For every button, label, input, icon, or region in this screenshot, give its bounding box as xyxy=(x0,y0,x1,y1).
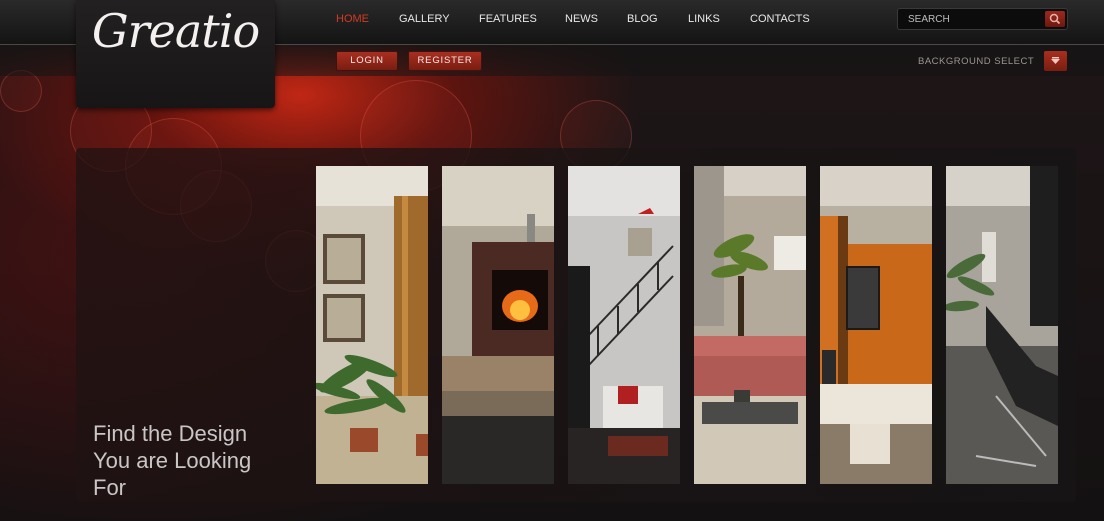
black-lounge-chair-photo[interactable] xyxy=(946,166,1058,484)
background-select-button[interactable] xyxy=(1044,51,1067,71)
bokeh-circle xyxy=(0,70,42,112)
arrow-down-icon xyxy=(1051,57,1060,64)
search-button[interactable] xyxy=(1045,11,1065,27)
tagline-line: Find the Design xyxy=(93,421,248,446)
search-box xyxy=(897,8,1068,30)
nav-item-contacts[interactable]: CONTACTS xyxy=(750,13,810,25)
tagline-line: For xyxy=(93,475,126,500)
magnifier-icon xyxy=(1049,13,1061,25)
site-logo[interactable]: Greatio xyxy=(76,4,275,58)
nav-item-gallery[interactable]: GALLERY xyxy=(399,13,450,25)
nav-item-home[interactable]: HOME xyxy=(336,13,369,25)
nav-item-features[interactable]: FEATURES xyxy=(479,13,537,25)
tv-wall-living-room-photo[interactable] xyxy=(820,166,932,484)
logo-box[interactable]: Greatio xyxy=(76,0,275,108)
fireplace-living-room-photo[interactable] xyxy=(442,166,554,484)
tagline-line: You are Looking xyxy=(93,448,252,473)
login-button[interactable]: LOGIN xyxy=(336,51,398,71)
nav-item-blog[interactable]: BLOG xyxy=(627,13,658,25)
staircase-lounge-photo[interactable] xyxy=(568,166,680,484)
nav-item-links[interactable]: LINKS xyxy=(688,13,720,25)
hallway-plants-photo[interactable] xyxy=(316,166,428,484)
hero-tagline: Find the Design You are Looking For xyxy=(93,420,303,501)
background-select-label: BACKGROUND SELECT xyxy=(918,56,1035,67)
red-sofa-living-room-photo[interactable] xyxy=(694,166,806,484)
nav-item-news[interactable]: NEWS xyxy=(565,13,598,25)
search-input[interactable] xyxy=(898,9,1042,29)
register-button[interactable]: REGISTER xyxy=(408,51,482,71)
